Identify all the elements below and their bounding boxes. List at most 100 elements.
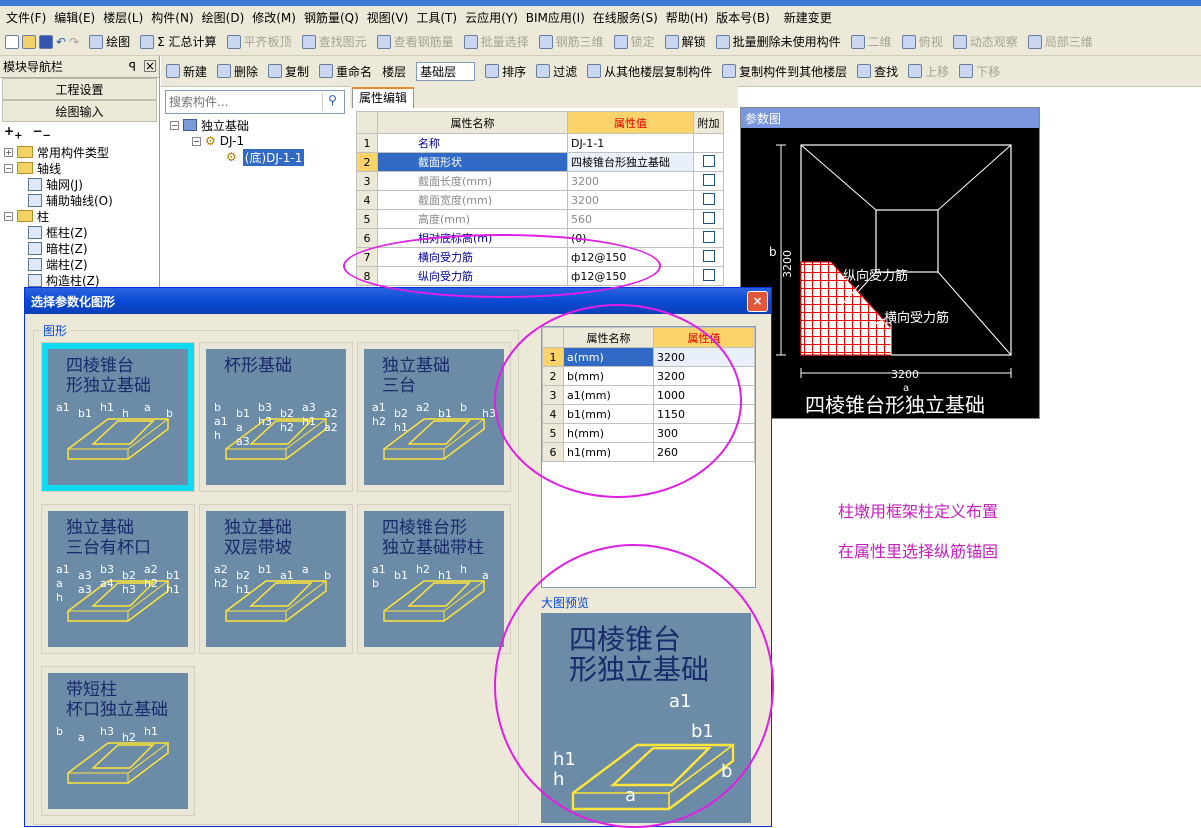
component-toolbar-button[interactable]: 过滤 (531, 63, 582, 80)
drawing-input-button[interactable]: 绘图输入 (2, 100, 157, 122)
component-toolbar-button[interactable]: 重命名 (314, 63, 377, 80)
property-value[interactable]: 3200 (567, 190, 694, 210)
tree-node-child[interactable]: − ⚙ DJ-1 (170, 133, 340, 149)
collapse-icon[interactable]: − (192, 136, 201, 146)
expand-all-icon[interactable]: ++ (4, 124, 22, 141)
menu-item[interactable]: 视图(V) (363, 9, 413, 26)
property-value[interactable]: 3200 (567, 171, 694, 191)
nav-tree-node[interactable]: 暗柱(Z) (4, 240, 159, 256)
property-value[interactable]: 560 (567, 209, 694, 229)
extra-checkbox[interactable] (702, 249, 715, 262)
property-row[interactable]: 3 截面长度(mm) 3200 (356, 171, 724, 191)
shape-card[interactable]: 独立基础 三台有杯口 a1 a3 b3 b2 a2 b1 a a3 a4 h3 h2 h1 h (41, 504, 195, 654)
menu-item[interactable]: 云应用(Y) (461, 9, 522, 26)
nav-tree-node[interactable]: 框柱(Z) (4, 224, 159, 240)
component-toolbar-button[interactable]: 上移 (903, 63, 954, 80)
shape-card[interactable]: 杯形基础 b b1 b3 b2 a3 a2 a1 a h3 h2 h1 a2 h a3 (199, 342, 353, 492)
toolbar-button[interactable]: 查看钢筋量 (372, 33, 459, 50)
menu-item[interactable]: 在线服务(S) (589, 9, 662, 26)
shape-card[interactable]: 独立基础 三台 a1 b2 a2 b1 b h3 h2 h1 (357, 342, 511, 492)
nav-tree-node[interactable]: − 轴线 (4, 160, 159, 176)
nav-tree-node[interactable]: − 柱 (4, 208, 159, 224)
component-toolbar-button[interactable]: 基础层 (411, 61, 480, 81)
extra-checkbox[interactable] (702, 230, 715, 243)
component-toolbar-button[interactable]: 删除 (212, 63, 263, 80)
search-input[interactable] (166, 91, 316, 113)
component-toolbar-button[interactable]: 从其他楼层复制构件 (582, 63, 717, 80)
toolbar-button[interactable]: 批量删除未使用构件 (711, 33, 846, 50)
nav-tree-label: 轴网(J) (46, 177, 83, 192)
undo-icon[interactable]: ↶ (56, 35, 66, 49)
menu-item[interactable]: 版本号(B) (712, 9, 774, 26)
toolbar-button[interactable]: 二维 (846, 33, 897, 50)
nav-tree-node[interactable]: 端柱(Z) (4, 256, 159, 272)
extra-checkbox[interactable] (702, 268, 715, 281)
component-toolbar-button[interactable]: 复制 (263, 63, 314, 80)
open-folder-icon[interactable] (22, 34, 36, 49)
menu-item[interactable]: BIM应用(I) (522, 9, 589, 26)
menu-item[interactable]: 新建变更 (780, 9, 836, 26)
toolbar-button[interactable]: Σ 汇总计算 (135, 33, 221, 50)
expand-icon[interactable]: + (4, 147, 13, 157)
collapse-icon[interactable]: − (170, 120, 179, 130)
menu-item[interactable]: 编辑(E) (50, 9, 99, 26)
component-toolbar-button[interactable]: 新建 (161, 63, 212, 80)
shape-card[interactable]: 四棱锥台 形独立基础 a1 b1 h1 h a b (41, 342, 195, 492)
menu-item[interactable]: 工具(T) (412, 9, 461, 26)
extra-checkbox[interactable] (702, 173, 715, 186)
menu-item[interactable]: 绘图(D) (198, 9, 249, 26)
project-settings-button[interactable]: 工程设置 (2, 78, 157, 100)
component-toolbar-button[interactable]: 查找 (852, 63, 903, 80)
collapse-icon[interactable]: − (4, 163, 13, 173)
tree-node-root[interactable]: − 独立基础 (170, 117, 340, 133)
menu-item[interactable]: 构件(N) (147, 9, 197, 26)
toolbar-button[interactable]: 俯视 (897, 33, 948, 50)
toolbar-button[interactable]: 绘图 (84, 33, 135, 50)
toolbar-button[interactable]: 钢筋三维 (534, 33, 609, 50)
collapse-icon[interactable]: − (4, 211, 13, 221)
close-icon[interactable]: × (144, 59, 156, 72)
shape-card[interactable]: 四棱锥台形 独立基础带柱 a1 b1 h2 h1 h a b (357, 504, 511, 654)
property-row[interactable]: 1 名称 DJ-1-1 (356, 133, 724, 153)
component-toolbar-button[interactable]: 复制构件到其他楼层 (717, 63, 852, 80)
save-icon[interactable] (39, 34, 53, 49)
property-row[interactable]: 2 截面形状 四棱锥台形独立基础 (356, 152, 724, 172)
menu-item[interactable]: 帮助(H) (662, 9, 712, 26)
nav-tree-node[interactable]: + 常用构件类型 (4, 144, 159, 160)
toolbar-button[interactable]: 查找图元 (297, 33, 372, 50)
toolbar-button[interactable]: 平齐板顶 (222, 33, 297, 50)
new-file-icon[interactable] (5, 34, 19, 49)
shape-card[interactable]: 独立基础 双层带坡 a2 b2 b1 a1 a b h2 h1 (199, 504, 353, 654)
shape-group-label: 图形 (41, 322, 70, 339)
toolbar-button[interactable]: 锁定 (609, 33, 660, 50)
menu-item[interactable]: 修改(M) (248, 9, 300, 26)
menu-item[interactable]: 钢筋量(Q) (300, 9, 363, 26)
menu-item[interactable]: 楼层(L) (99, 9, 147, 26)
pin-icon[interactable]: ꟼ (129, 60, 136, 74)
toolbar-button[interactable]: 解锁 (660, 33, 711, 50)
property-row[interactable]: 5 高度(mm) 560 (356, 209, 724, 229)
nav-tree-node[interactable]: 辅助轴线(O) (4, 192, 159, 208)
menu-item[interactable]: 文件(F) (2, 9, 50, 26)
extra-checkbox[interactable] (702, 154, 715, 167)
dialog-close-button[interactable]: × (747, 290, 768, 312)
tab-property-edit[interactable]: 属性编辑 (352, 87, 414, 108)
property-value[interactable]: 四棱锥台形独立基础 (567, 152, 694, 172)
redo-icon[interactable]: ↷ (69, 35, 79, 49)
shape-card[interactable]: 带短柱 杯口独立基础 b a h3 h2 h1 (41, 666, 195, 816)
component-toolbar-button[interactable]: 楼层 (377, 63, 411, 80)
extra-checkbox[interactable] (702, 211, 715, 224)
tree-node-leaf[interactable]: ⚙ (底)DJ-1-1 (170, 148, 340, 166)
property-row[interactable]: 4 截面宽度(mm) 3200 (356, 190, 724, 210)
toolbar-button[interactable]: 动态观察 (948, 33, 1023, 50)
toolbar-button[interactable]: 批量选择 (459, 33, 534, 50)
nav-tree-node[interactable]: 构造柱(Z) (4, 272, 159, 288)
component-toolbar-button[interactable]: 排序 (480, 63, 531, 80)
extra-checkbox[interactable] (702, 192, 715, 205)
toolbar-button[interactable]: 局部三维 (1023, 33, 1098, 50)
component-toolbar-button[interactable]: 下移 (954, 63, 1005, 80)
nav-tree-node[interactable]: 轴网(J) (4, 176, 159, 192)
search-icon[interactable]: ⚲ (322, 93, 342, 111)
collapse-all-icon[interactable]: −− (32, 124, 50, 141)
property-value[interactable]: DJ-1-1 (567, 133, 694, 153)
